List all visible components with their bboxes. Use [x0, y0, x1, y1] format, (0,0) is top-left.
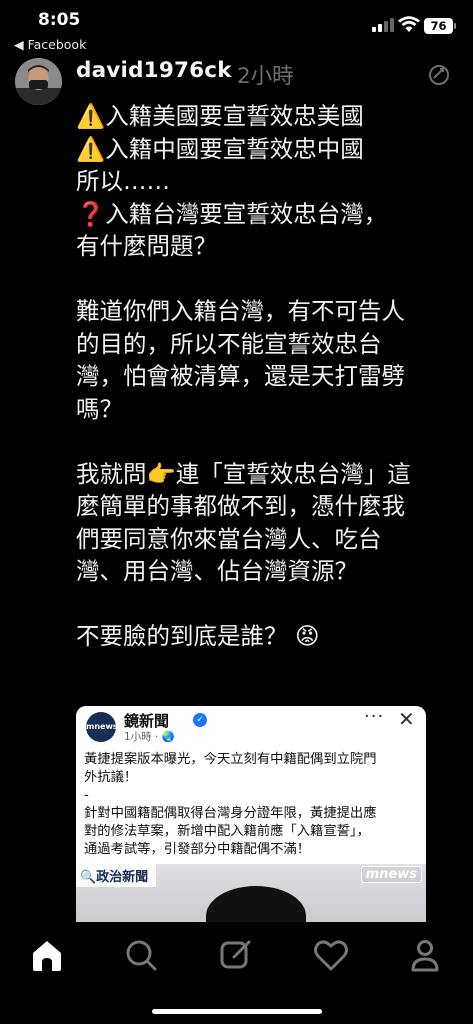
home-indicator[interactable]	[152, 1009, 322, 1014]
battery-tip	[454, 23, 456, 29]
wifi-icon	[398, 16, 420, 32]
post-line: 嗎？	[76, 394, 123, 423]
back-to-facebook-link[interactable]: ◀ Facebook	[14, 37, 86, 52]
embed-text-line: 通過考試等，引發部分中籍配偶不滿！	[84, 842, 311, 857]
compose-icon[interactable]	[214, 933, 258, 977]
post-line: 難道你們入籍台灣，有不可告人	[76, 297, 405, 325]
post-username[interactable]: david1976ck	[76, 58, 232, 83]
heart-icon[interactable]	[309, 933, 353, 977]
avatar[interactable]	[15, 58, 62, 105]
post-line: 我就問👉連「宣誓效忠台灣」這	[76, 459, 411, 488]
clock: 8:05	[38, 10, 81, 30]
close-icon: ✕	[398, 707, 415, 731]
avatar-image	[15, 58, 62, 105]
post-line: 不要臉的到底是誰？ 😡	[76, 622, 320, 650]
post-line: ⚠️入籍中國要宣誓效忠中國	[76, 134, 364, 163]
embed-timestamp: 1小時 · 🌏	[124, 731, 175, 743]
post-line: ❓入籍台灣要宣誓效忠台灣，	[76, 199, 388, 228]
post-line: 麼簡單的事都做不到，憑什麼我	[76, 492, 405, 520]
post-line: 有什麼問題？	[76, 232, 217, 260]
mnews-watermark: mnews	[360, 866, 422, 883]
post-line: 的目的，所以不能宣誓效忠台	[76, 329, 382, 358]
embed-text: 黃捷提案版本曝光，今天立刻有中籍配偶到立院門 外抗議！ - 針對中國籍配偶取得台…	[84, 751, 420, 859]
cellular-signal-icon	[372, 18, 394, 32]
post-line: 們要同意你來當台灣人、吃台	[76, 524, 382, 553]
home-icon[interactable]	[25, 933, 69, 977]
mnews-logo: mnews	[86, 712, 118, 742]
post-line: 所以……	[76, 167, 170, 195]
bottom-navigation	[0, 930, 473, 1000]
status-bar: 8:05 ◀ Facebook 76	[0, 0, 473, 56]
embed-text-line: 黃捷提案版本曝光，今天立刻有中籍配偶到立院門	[84, 752, 377, 767]
battery-indicator: 76	[424, 18, 453, 34]
fediverse-share-icon[interactable]	[428, 64, 450, 86]
news-photo: 🔍政治新聞 mnews	[76, 864, 426, 922]
post-timestamp: 2小時	[237, 64, 294, 89]
post-line: 灣、用台灣、佔台灣資源？	[76, 557, 358, 585]
embedded-post-image[interactable]: mnews 鏡新聞 ✓ 1小時 · 🌏 ··· ✕ 黃捷提案版本曝光，今天立刻有…	[76, 706, 426, 922]
embed-text-line: 外抗議！	[84, 770, 138, 785]
more-options-icon: ···	[364, 706, 385, 727]
embed-text-line: 對的修法草案，新增中配入籍前應「入籍宣誓」，	[84, 824, 370, 839]
search-icon[interactable]	[119, 933, 163, 977]
post-body: ⚠️入籍美國要宣誓效忠美國 ⚠️入籍中國要宣誓效忠中國 所以…… ❓入籍台灣要宣…	[76, 100, 460, 653]
verified-badge-icon: ✓	[193, 713, 207, 727]
embed-text-line: -	[84, 788, 89, 803]
embed-text-line: 針對中國籍配偶取得台灣身分證年限，黃捷提出應	[84, 806, 377, 821]
post-line: 灣，怕會被清算，還是天打雷劈	[76, 362, 405, 390]
person-silhouette	[206, 886, 306, 922]
profile-icon[interactable]	[403, 933, 447, 977]
politics-news-tag: 🔍政治新聞	[76, 864, 157, 887]
embed-page-name: 鏡新聞	[124, 712, 170, 730]
post-line: ⚠️入籍美國要宣誓效忠美國	[76, 102, 364, 130]
